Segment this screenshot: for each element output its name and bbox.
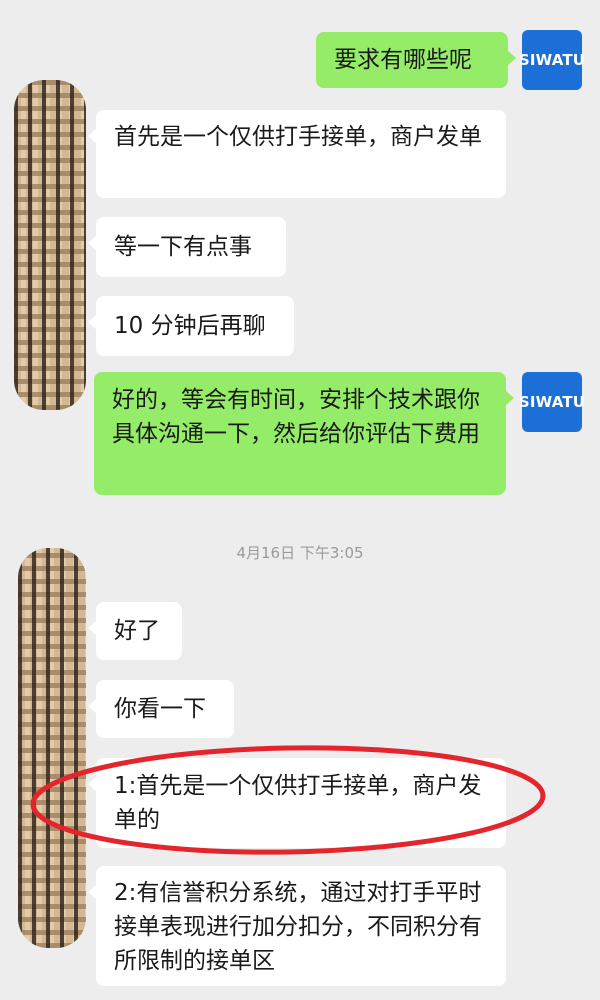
message-text: 你看一下: [114, 696, 206, 722]
message-text: 好了: [114, 618, 160, 644]
message-text: 1:首先是一个仅供打手接单，商户发单的: [114, 773, 482, 833]
avatar-text: SIWATU: [518, 51, 586, 69]
message-bubble-received[interactable]: 1:首先是一个仅供打手接单，商户发单的: [88, 758, 506, 848]
message-text: 10 分钟后再聊: [114, 313, 266, 339]
message-bubble-sent[interactable]: 好的，等会有时间，安排个技术跟你具体沟通一下，然后给你评估下费用: [94, 372, 514, 495]
chat-timestamp: 4月16日 下午3:05: [236, 544, 364, 562]
message-text: 2:有信誉积分系统，通过对打手平时接单表现进行加分扣分，不同积分有所限制的接单区: [114, 880, 482, 974]
contact-avatar-blurred: [14, 80, 86, 410]
message-text: 要求有哪些呢: [334, 47, 472, 73]
message-bubble-received[interactable]: 10 分钟后再聊: [88, 296, 294, 356]
message-bubble-received[interactable]: 好了: [88, 602, 182, 660]
avatar-text: SIWATU: [518, 393, 586, 411]
message-bubble-received[interactable]: 你看一下: [88, 680, 234, 738]
message-text: 好的，等会有时间，安排个技术跟你具体沟通一下，然后给你评估下费用: [112, 387, 480, 447]
message-bubble-received[interactable]: 首先是一个仅供打手接单，商户发单: [88, 110, 506, 198]
message-text: 首先是一个仅供打手接单，商户发单: [114, 124, 482, 150]
message-bubble-received[interactable]: 2:有信誉积分系统，通过对打手平时接单表现进行加分扣分，不同积分有所限制的接单区: [88, 866, 506, 986]
message-text: 等一下有点事: [114, 234, 252, 260]
self-avatar[interactable]: SIWATU: [518, 30, 586, 90]
contact-avatar-blurred-2: [18, 548, 86, 948]
message-bubble-received[interactable]: 等一下有点事: [88, 217, 286, 277]
message-bubble-sent[interactable]: 要求有哪些呢: [316, 32, 516, 88]
self-avatar[interactable]: SIWATU: [518, 372, 586, 432]
